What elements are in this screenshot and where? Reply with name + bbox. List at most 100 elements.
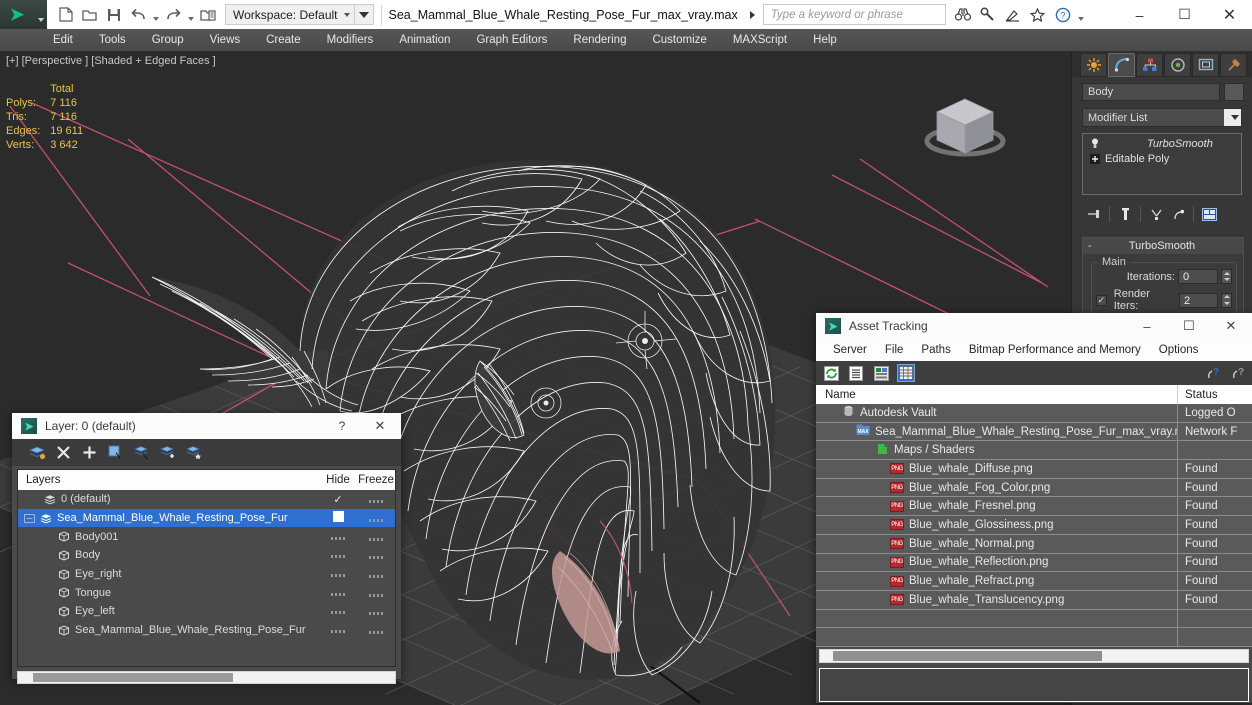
menu-item-modifiers[interactable]: Modifiers bbox=[314, 29, 387, 51]
rollout-header[interactable]: - TurboSmooth bbox=[1083, 238, 1243, 254]
asset-menu-paths[interactable]: Paths bbox=[912, 344, 959, 356]
chevron-down-icon[interactable] bbox=[1224, 109, 1241, 126]
satellite-dish-icon[interactable] bbox=[1002, 4, 1024, 26]
render-iters-value[interactable]: 2 bbox=[1178, 292, 1219, 308]
asset-row-diffuse[interactable]: PNG Blue_whale_Diffuse.png Found bbox=[816, 459, 1252, 479]
list-view-icon[interactable] bbox=[847, 364, 865, 382]
asset-row-max-file[interactable]: MAX Sea_Mammal_Blue_Whale_Resting_Pose_F… bbox=[816, 422, 1252, 442]
layer-close-button[interactable]: ✕ bbox=[359, 413, 401, 439]
modifier-stack-item-editablepoly[interactable]: Editable Poly bbox=[1085, 151, 1239, 166]
menu-item-maxscript[interactable]: MAXScript bbox=[720, 29, 800, 51]
menu-item-animation[interactable]: Animation bbox=[386, 29, 463, 51]
remove-modifier-icon[interactable] bbox=[1168, 204, 1188, 224]
layer-hide-cell[interactable]: ✓ bbox=[319, 493, 357, 506]
asset-row-normal[interactable]: PNG Blue_whale_Normal.png Found bbox=[816, 534, 1252, 554]
asset-row-fresnel[interactable]: PNG Blue_whale_Fresnel.png Found bbox=[816, 496, 1252, 517]
asset-horizontal-scrollbar[interactable] bbox=[819, 648, 1249, 663]
asset-row-translucency[interactable]: PNG Blue_whale_Translucency.png Found bbox=[816, 590, 1252, 610]
iterations-value[interactable]: 0 bbox=[1178, 269, 1218, 284]
new-file-icon[interactable] bbox=[55, 4, 77, 26]
modifier-stack-item-turbosmooth[interactable]: TurboSmooth bbox=[1085, 136, 1239, 151]
layer-row-selected-whale[interactable]: ─ Sea_Mammal_Blue_Whale_Resting_Pose_Fur bbox=[18, 508, 395, 528]
layer-freeze-cell[interactable] bbox=[357, 584, 395, 602]
select-objects-in-layer-icon[interactable] bbox=[106, 443, 125, 462]
search-input[interactable]: Type a keyword or phrase bbox=[762, 4, 946, 25]
render-iters-checkbox[interactable]: ✓ bbox=[1096, 294, 1107, 306]
project-folder-icon[interactable] bbox=[197, 4, 219, 26]
asset-tracking-window[interactable]: ➤ Asset Tracking – ☐ ✕ Server File Paths… bbox=[816, 313, 1252, 703]
workspace-dropdown-button[interactable] bbox=[354, 4, 374, 25]
asset-menu-bitmap-performance[interactable]: Bitmap Performance and Memory bbox=[960, 344, 1150, 356]
asset-row-reflection[interactable]: PNG Blue_whale_Reflection.png Found bbox=[816, 553, 1252, 573]
refresh-icon[interactable] bbox=[822, 364, 840, 382]
asset-row-refract[interactable]: PNG Blue_whale_Refract.png Found bbox=[816, 571, 1252, 591]
asset-minimize-button[interactable]: – bbox=[1126, 313, 1168, 339]
layer-row-eye-left[interactable]: Eye_left bbox=[18, 602, 395, 621]
layer-hide-cell[interactable] bbox=[319, 531, 357, 543]
asset-window-titlebar[interactable]: ➤ Asset Tracking – ☐ ✕ bbox=[816, 313, 1252, 339]
close-button[interactable]: ✕ bbox=[1207, 0, 1252, 29]
asset-row-autodesk-vault[interactable]: Autodesk Vault Logged O bbox=[816, 403, 1252, 423]
hierarchy-tab[interactable] bbox=[1136, 53, 1163, 77]
workspace-selector[interactable]: Workspace: Default bbox=[225, 4, 355, 25]
menu-item-help[interactable]: Help bbox=[800, 29, 850, 51]
asset-row-empty-1[interactable] bbox=[816, 609, 1252, 629]
layer-row-whale-fur-object[interactable]: Sea_Mammal_Blue_Whale_Resting_Pose_Fur bbox=[18, 621, 395, 640]
layer-hide-cell[interactable] bbox=[319, 549, 357, 561]
lightbulb-icon[interactable] bbox=[1089, 138, 1100, 149]
configure-sets-icon[interactable] bbox=[1199, 204, 1219, 224]
plus-box-icon[interactable] bbox=[1089, 153, 1100, 164]
layer-row-body[interactable]: Body bbox=[18, 546, 395, 565]
menu-item-views[interactable]: Views bbox=[197, 29, 253, 51]
asset-menu-server[interactable]: Server bbox=[824, 344, 876, 356]
layer-freeze-cell[interactable] bbox=[357, 490, 395, 508]
modifier-stack[interactable]: TurboSmooth Editable Poly bbox=[1082, 133, 1242, 195]
layer-hide-cell[interactable] bbox=[319, 568, 357, 580]
menu-item-graph-editors[interactable]: Graph Editors bbox=[463, 29, 560, 51]
add-selection-to-layer-icon[interactable] bbox=[158, 443, 177, 462]
help-dropdown-icon[interactable] bbox=[1077, 4, 1086, 26]
rollout-collapse-icon[interactable]: - bbox=[1083, 240, 1097, 252]
add-layer-icon[interactable] bbox=[80, 443, 99, 462]
wrench-icon[interactable] bbox=[977, 4, 999, 26]
select-highlighted-layer-icon[interactable] bbox=[132, 443, 151, 462]
asset-menu-options[interactable]: Options bbox=[1150, 344, 1208, 356]
layer-freeze-cell[interactable] bbox=[357, 528, 395, 546]
menu-item-edit[interactable]: Edit bbox=[40, 29, 86, 51]
undo-dropdown-icon[interactable] bbox=[151, 4, 160, 26]
layer-row-default[interactable]: 0 (default) ✓ bbox=[18, 490, 395, 509]
object-name-field[interactable]: Body bbox=[1082, 83, 1220, 101]
menu-item-group[interactable]: Group bbox=[139, 29, 197, 51]
modifier-list-dropdown[interactable]: Modifier List bbox=[1082, 108, 1242, 127]
layer-hide-cell[interactable] bbox=[319, 587, 357, 599]
asset-row-glossiness[interactable]: PNG Blue_whale_Glossiness.png Found bbox=[816, 515, 1252, 535]
undo-icon[interactable] bbox=[127, 4, 149, 26]
asset-maximize-button[interactable]: ☐ bbox=[1168, 313, 1210, 339]
object-color-swatch[interactable] bbox=[1224, 83, 1244, 101]
app-menu-caret-icon[interactable] bbox=[34, 0, 47, 29]
layer-row-tongue[interactable]: Tongue bbox=[18, 583, 395, 602]
display-tab[interactable] bbox=[1192, 53, 1219, 77]
layer-freeze-cell[interactable] bbox=[357, 509, 395, 527]
asset-close-button[interactable]: ✕ bbox=[1210, 313, 1252, 339]
asset-row-maps-shaders[interactable]: Maps / Shaders bbox=[816, 440, 1252, 461]
layer-hide-cell[interactable] bbox=[319, 511, 357, 525]
iterations-spinner[interactable] bbox=[1221, 269, 1232, 284]
layer-row-eye-right[interactable]: Eye_right bbox=[18, 565, 395, 584]
layer-hide-cell[interactable] bbox=[319, 605, 357, 617]
delete-layer-icon[interactable] bbox=[54, 443, 73, 462]
save-file-icon[interactable] bbox=[103, 4, 125, 26]
layer-scroll-thumb[interactable] bbox=[33, 673, 233, 682]
path-view-icon[interactable] bbox=[872, 364, 890, 382]
show-end-result-icon[interactable] bbox=[1115, 204, 1135, 224]
render-iters-spinner[interactable] bbox=[1221, 292, 1232, 308]
create-tab[interactable] bbox=[1080, 53, 1107, 77]
layer-hide-cell[interactable] bbox=[319, 624, 357, 636]
layer-expand-icon[interactable]: ─ bbox=[24, 513, 35, 523]
motion-tab[interactable] bbox=[1164, 53, 1191, 77]
layer-freeze-cell[interactable] bbox=[357, 565, 395, 583]
layer-freeze-cell[interactable] bbox=[357, 621, 395, 639]
layer-horizontal-scrollbar[interactable] bbox=[17, 671, 396, 684]
menu-item-rendering[interactable]: Rendering bbox=[560, 29, 639, 51]
layer-window-titlebar[interactable]: ➤ Layer: 0 (default) ? ✕ bbox=[12, 413, 401, 439]
